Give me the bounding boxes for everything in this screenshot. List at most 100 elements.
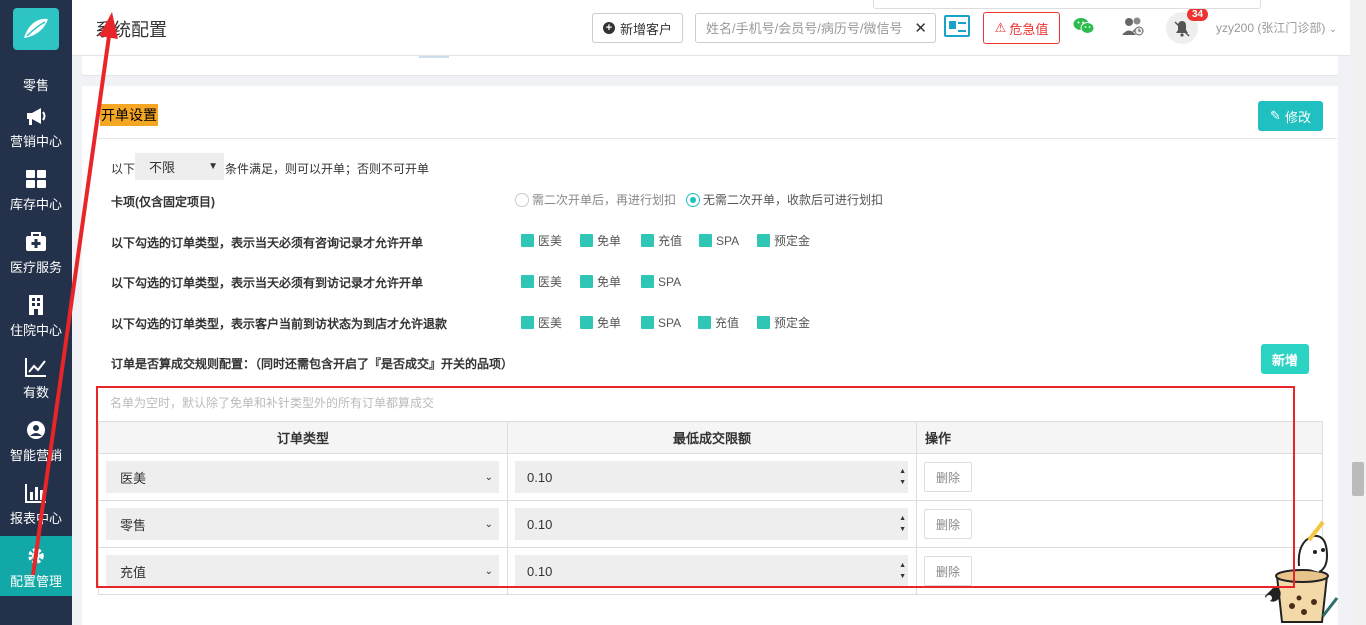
checkbox-refund-recharge[interactable]: 充值 <box>698 314 757 331</box>
checkbox-visit-yimei[interactable]: 医美 <box>521 273 580 290</box>
new-customer-button[interactable]: + 新增客户 <box>592 13 683 43</box>
checkbox-consult-spa[interactable]: SPA <box>699 232 757 249</box>
order-type-value: 充值 <box>120 564 147 580</box>
critical-value-button[interactable]: ⚠ 危急值 <box>983 12 1060 44</box>
checkbox-label: 免单 <box>597 275 622 289</box>
sidebar-item-marketing[interactable]: 营销中心 <box>0 96 72 156</box>
refund-rule-label: 以下勾选的订单类型，表示客户当前到访状态为到店才允许退款 <box>111 317 448 331</box>
table-row: 充值 ⌄ 0.10 ▲ ▼ 删除 <box>98 547 1323 595</box>
sidebar-item-label: 零售 <box>22 78 49 93</box>
checkbox-visit-free[interactable]: 免单 <box>580 273 641 290</box>
radio-circle <box>515 192 529 207</box>
checkbox-label: 预定金 <box>774 234 811 248</box>
checkbox-label: SPA <box>658 274 682 289</box>
sidebar-item-config[interactable]: 配置管理 <box>0 536 72 596</box>
edit-button[interactable]: ✎ 修改 <box>1258 101 1323 131</box>
spinner-icon[interactable]: ▲ ▼ <box>899 466 906 488</box>
new-customer-label: 新增客户 <box>619 21 672 37</box>
sidebar-item-label: 库存中心 <box>9 197 62 212</box>
spinner-icon[interactable]: ▲ ▼ <box>899 560 906 582</box>
checkbox-consult-deposit[interactable]: 预定金 <box>757 232 810 249</box>
user-menu[interactable]: yzy200 (张江门诊部) ⌄ <box>1216 19 1337 36</box>
wechat-icon[interactable] <box>1073 17 1095 35</box>
app-logo[interactable] <box>13 8 59 50</box>
checkbox-refund-deposit[interactable]: 预定金 <box>757 314 810 331</box>
checkbox-label: 预定金 <box>774 316 811 330</box>
action-cell: 删除 <box>916 453 1323 501</box>
min-amount-input[interactable]: 0.10 ▲ ▼ <box>515 461 908 493</box>
checkbox-box <box>521 275 534 288</box>
checkbox-box <box>641 234 654 247</box>
condition-select[interactable]: 不限 ▼ <box>135 153 224 180</box>
checkbox-consult-free[interactable]: 免单 <box>580 232 641 249</box>
sidebar-item-medical[interactable]: 医疗服务 <box>0 222 72 282</box>
critical-value-label: 危急值 <box>1009 21 1049 37</box>
checkbox-box <box>580 275 593 288</box>
order-type-select[interactable]: 充值 ⌄ <box>106 555 499 587</box>
column-header-action: 操作 <box>916 421 1323 454</box>
delete-button[interactable]: 删除 <box>924 556 972 586</box>
alert-icon: ⚠ <box>994 20 1007 35</box>
checkbox-box <box>698 316 711 329</box>
checkbox-box <box>699 234 712 247</box>
checkbox-label: 医美 <box>538 316 563 330</box>
order-type-select[interactable]: 医美 ⌄ <box>106 461 499 493</box>
rules-hint: 名单为空时，默认除了免单和补针类型外的所有订单都算成交 <box>110 396 435 410</box>
chevron-down-icon: ⌄ <box>484 471 493 483</box>
previous-section-card <box>82 56 1338 76</box>
order-type-cell: 零售 ⌄ <box>98 500 508 548</box>
sidebar-item-retail[interactable]: 零售 <box>0 70 72 94</box>
page-scrollbar[interactable] <box>1350 0 1366 625</box>
checkbox-visit-spa[interactable]: SPA <box>641 273 681 290</box>
sidebar-item-data[interactable]: 有数 <box>0 347 72 407</box>
plus-circle-icon: + <box>602 22 615 34</box>
sidebar-item-inventory[interactable]: 库存中心 <box>0 159 72 219</box>
sidebar-item-inpatient[interactable]: 住院中心 <box>0 285 72 345</box>
megaphone-icon <box>25 105 47 127</box>
tab-indicator <box>419 56 449 58</box>
min-amount-cell: 0.10 ▲ ▼ <box>507 453 917 501</box>
edit-label: 修改 <box>1284 109 1311 125</box>
checkbox-label: 充值 <box>658 234 683 248</box>
min-amount-cell: 0.10 ▲ ▼ <box>507 547 917 595</box>
checkbox-box <box>757 316 770 329</box>
clear-icon[interactable]: ✕ <box>914 19 927 37</box>
min-amount-value: 0.10 <box>527 469 553 485</box>
order-settings-card: 开单设置 ✎ 修改 以下 不限 ▼ 条件满足，则可以开单；否则不可开单 卡项(仅… <box>82 86 1338 625</box>
add-rule-button[interactable]: 新增 <box>1261 344 1309 374</box>
order-type-value: 医美 <box>120 470 147 486</box>
users-icon[interactable] <box>1121 15 1145 37</box>
card-item-label: 卡项(仅含固定项目) <box>111 195 215 209</box>
spinner-icon[interactable]: ▲ ▼ <box>899 513 906 535</box>
brain-icon <box>25 419 47 441</box>
checkbox-refund-spa[interactable]: SPA <box>641 314 698 331</box>
min-amount-input[interactable]: 0.10 ▲ ▼ <box>515 508 908 540</box>
scrollbar-thumb[interactable] <box>1352 462 1364 496</box>
order-type-select[interactable]: 零售 ⌄ <box>106 508 499 540</box>
condition-select-value: 不限 <box>149 160 176 175</box>
radio-no-second-order[interactable]: 无需二次开单，收款后可进行划扣 <box>686 191 883 208</box>
checkbox-label: 医美 <box>538 275 563 289</box>
chevron-down-icon: ▼ <box>208 161 218 172</box>
checkbox-refund-yimei[interactable]: 医美 <box>521 314 580 331</box>
id-card-icon[interactable] <box>944 15 970 37</box>
checkbox-consult-yimei[interactable]: 医美 <box>521 232 580 249</box>
checkbox-box <box>521 316 534 329</box>
order-type-value: 零售 <box>120 517 147 533</box>
sidebar-item-smart-marketing[interactable]: 智能营销 <box>0 410 72 470</box>
checkbox-refund-free[interactable]: 免单 <box>580 314 641 331</box>
delete-button[interactable]: 删除 <box>924 462 972 492</box>
checkbox-consult-recharge[interactable]: 充值 <box>641 232 699 249</box>
min-amount-input[interactable]: 0.10 ▲ ▼ <box>515 555 908 587</box>
search-input[interactable] <box>696 14 906 42</box>
checkbox-label: SPA <box>716 233 740 248</box>
chevron-down-icon: ⌄ <box>484 518 493 530</box>
delete-button[interactable]: 删除 <box>924 509 972 539</box>
radio-second-order[interactable]: 需二次开单后，再进行划扣 <box>515 191 676 208</box>
sidebar-item-label: 报表中心 <box>9 511 62 526</box>
min-amount-value: 0.10 <box>527 563 553 579</box>
deal-rules-table: 订单类型 最低成交限额 操作 医美 ⌄ 0.10 ▲ ▼ 删除 零售 ⌄ 0.1… <box>98 421 1323 595</box>
deal-rules-panel: 名单为空时，默认除了免单和补针类型外的所有订单都算成交 订单类型 最低成交限额 … <box>98 386 1324 625</box>
sidebar-item-reports[interactable]: 报表中心 <box>0 473 72 533</box>
checkbox-label: 免单 <box>597 316 622 330</box>
